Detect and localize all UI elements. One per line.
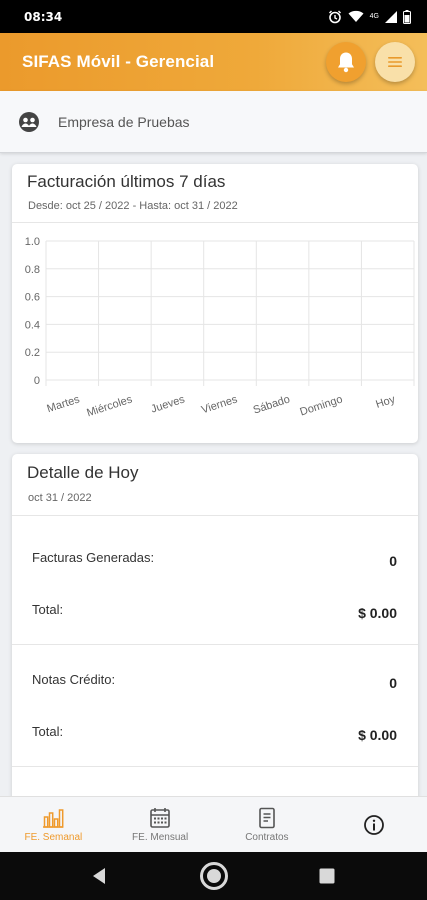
- tab-monthly-label: FE. Mensual: [132, 831, 189, 843]
- y-tick-label: 0.4: [25, 319, 40, 331]
- x-tick-label: Martes: [46, 393, 82, 415]
- credit-notes-label: Notas Crédito:: [32, 672, 116, 687]
- alarm-icon: [328, 10, 341, 23]
- company-name: Empresa de Pruebas: [58, 113, 190, 130]
- x-tick-label: Viernes: [200, 393, 239, 416]
- card-divider: [12, 515, 418, 516]
- invoices-total: $ 0.00: [358, 605, 397, 621]
- back-icon[interactable]: [91, 867, 107, 885]
- status-bar: 08:34 4G: [0, 0, 427, 33]
- tab-info[interactable]: [320, 797, 427, 852]
- notifications-button[interactable]: [326, 42, 366, 82]
- detail-card-title: Detalle de Hoy: [27, 463, 139, 482]
- detail-card-date: oct 31 / 2022: [28, 492, 92, 504]
- wifi-icon: [348, 10, 364, 22]
- credit-notes-total-label: Total:: [32, 724, 64, 739]
- x-tick-label: Miércoles: [85, 393, 134, 419]
- section-divider: [12, 766, 418, 767]
- x-tick-label: Domingo: [298, 393, 344, 418]
- y-tick-label: 0: [34, 375, 40, 387]
- document-icon: [259, 807, 275, 828]
- x-tick-label: Hoy: [374, 393, 397, 411]
- today-detail-card: Detalle de Hoy oct 31 / 2022 Facturas Ge…: [12, 454, 418, 814]
- tab-monthly-billing[interactable]: FE. Mensual: [107, 797, 214, 852]
- company-selector[interactable]: Empresa de Pruebas: [0, 91, 427, 153]
- tab-weekly-label: FE. Semanal: [24, 831, 83, 843]
- menu-button[interactable]: [375, 42, 415, 82]
- tab-weekly-billing[interactable]: FE. Semanal: [0, 797, 107, 852]
- billing-card-date-range: Desde: oct 25 / 2022 - Hasta: oct 31 / 2…: [28, 200, 238, 212]
- app-title: SIFAS Móvil - Gerencial: [22, 52, 215, 71]
- y-tick-label: 0.6: [25, 292, 40, 304]
- tab-contracts-label: Contratos: [245, 831, 289, 843]
- status-time: 08:34: [24, 9, 63, 24]
- billing-chart: 1.0 0.8 0.6 0.4 0.2 0 Martes Miércoles Jueves Vie…: [25, 236, 415, 419]
- info-icon: [363, 814, 384, 835]
- billing-chart-card: Facturación últimos 7 días Desde: oct 25…: [12, 164, 418, 443]
- battery-icon: [403, 9, 411, 24]
- billing-card-title: Facturación últimos 7 días: [27, 172, 226, 191]
- home-icon[interactable]: [199, 861, 229, 891]
- y-tick-label: 1.0: [25, 236, 40, 248]
- x-tick-label: Jueves: [149, 393, 186, 415]
- recents-icon[interactable]: [319, 868, 335, 884]
- y-tick-label: 0.8: [25, 264, 40, 276]
- invoices-total-label: Total:: [32, 602, 64, 617]
- status-icons: 4G: [328, 9, 411, 24]
- section-divider: [12, 644, 418, 645]
- company-icon: [19, 111, 39, 132]
- calendar-icon: [150, 807, 170, 828]
- credit-notes-total: $ 0.00: [358, 727, 397, 743]
- y-tick-label: 0.2: [25, 347, 40, 359]
- signal-icon: [385, 10, 397, 23]
- invoices-count: 0: [389, 553, 397, 569]
- network-type: 4G: [369, 13, 379, 20]
- credit-notes-count: 0: [389, 675, 397, 691]
- bell-icon: [338, 52, 354, 73]
- system-navigation-bar: [0, 852, 427, 900]
- tab-contracts[interactable]: Contratos: [214, 797, 321, 852]
- app-bar: SIFAS Móvil - Gerencial: [0, 33, 427, 91]
- bar-chart-icon: [43, 808, 64, 828]
- invoices-label: Facturas Generadas:: [32, 550, 155, 565]
- bottom-navigation: FE. Semanal FE. Mensual Contratos: [0, 796, 427, 852]
- x-tick-label: Sábado: [252, 393, 292, 416]
- menu-icon: [388, 57, 402, 67]
